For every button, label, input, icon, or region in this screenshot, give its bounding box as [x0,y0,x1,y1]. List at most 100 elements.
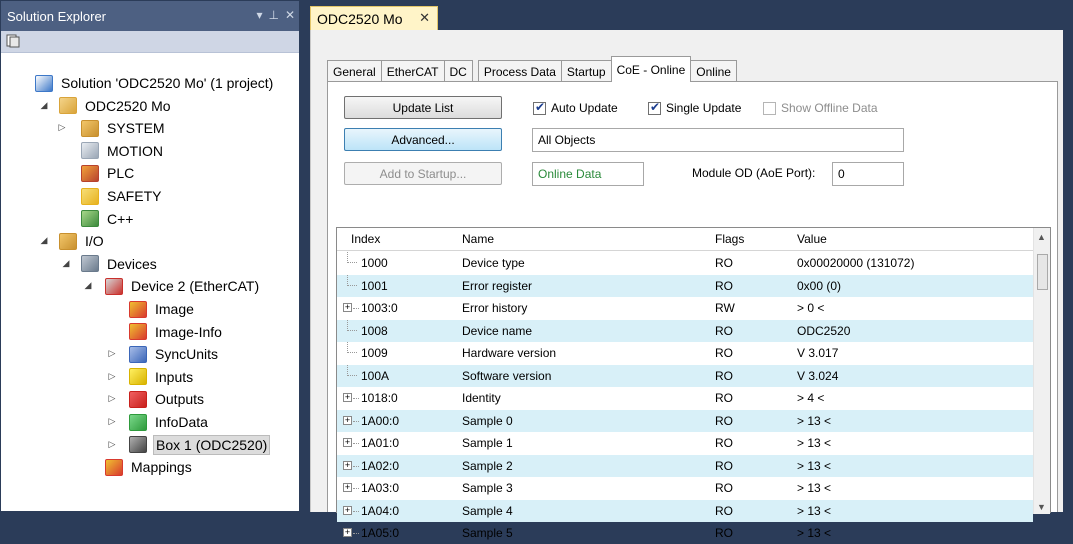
cell-index: 1A02:0 [361,458,400,473]
tree-expander-icon[interactable]: ▷ [107,393,117,404]
cell-value: 0x00 (0) [797,278,842,293]
object-dictionary-grid: Index Name Flags Value 1000 Device type RO… [336,227,1051,540]
infodata-icon [129,413,147,431]
tab-ethercat[interactable]: EtherCAT [380,60,445,82]
tree-node-label: ODC2520 Mo [85,97,171,114]
properties-icon[interactable] [6,34,20,48]
tree-node-label: Solution 'ODC2520 Mo' (1 project) [61,75,274,91]
table-row[interactable]: +1A05:0 Sample 5 RO > 13 < [337,522,1033,544]
column-header-name[interactable]: Name [462,232,494,246]
expand-plus-icon[interactable]: + [343,460,352,470]
table-row[interactable]: +1003:0 Error history RW > 0 < [337,297,1033,319]
close-tab-icon[interactable]: ✕ [419,10,430,26]
cell-flags: RO [715,526,733,540]
expand-plus-icon[interactable]: + [343,505,352,515]
module-od-field[interactable]: 0 [832,162,904,186]
scroll-down-icon[interactable]: ▼ [1037,502,1046,512]
tree-node[interactable]: Outputs [129,388,206,410]
table-row[interactable]: +1018:0 Identity RO > 4 < [337,387,1033,409]
table-row[interactable]: 100A Software version RO V 3.024 [337,364,1033,387]
table-row[interactable]: 1000 Device type RO 0x00020000 (131072) [337,252,1033,274]
plc-icon [81,164,99,182]
single-update-checkbox[interactable]: Single Update [648,99,741,117]
close-icon[interactable]: ✕ [285,8,295,22]
table-row[interactable]: +1A01:0 Sample 1 RO > 13 < [337,432,1033,454]
tab-general[interactable]: General [327,60,382,82]
tree-expander-icon[interactable]: ◢ [61,258,71,269]
update-list-button[interactable]: Update List [344,96,502,119]
dropdown-icon[interactable]: ▾ [256,8,262,22]
tree-node[interactable]: Mappings [105,456,194,478]
advanced-button[interactable]: Advanced... [344,128,502,151]
cell-flags: RO [715,503,733,518]
tree-expander-icon[interactable]: ▷ [107,416,117,427]
expand-plus-icon[interactable]: + [343,483,352,492]
data-source-field[interactable]: Online Data [532,162,644,186]
image-info-icon [129,323,147,341]
tree-expander-icon[interactable]: ◢ [39,235,49,246]
table-row[interactable]: +1A03:0 Sample 3 RO > 13 < [337,477,1033,499]
tree-node[interactable]: Inputs [129,366,195,388]
tree-expander-icon[interactable]: ◢ [83,280,93,291]
tab-process-data[interactable]: Process Data [477,60,562,82]
scroll-up-icon[interactable]: ▲ [1037,232,1046,242]
add-to-startup-button[interactable]: Add to Startup... [344,162,502,185]
tree-node[interactable]: InfoData [129,411,210,433]
auto-update-checkbox[interactable]: Auto Update [533,99,618,117]
tree-expander-icon[interactable]: ▷ [107,348,117,359]
tree-node[interactable]: SyncUnits [129,343,220,365]
tree-node[interactable]: PLC [81,162,136,184]
table-row[interactable]: +1A00:0 Sample 0 RO > 13 < [337,409,1033,432]
tree-node[interactable]: SAFETY [81,185,163,207]
scrollbar-thumb[interactable] [1037,254,1048,290]
show-offline-data-checkbox[interactable]: Show Offline Data [763,99,878,117]
checkbox-unchecked-icon [763,101,776,115]
tab-dc[interactable]: DC [443,60,473,82]
tab-online[interactable]: Online [690,60,737,82]
tab-startup[interactable]: Startup [560,60,612,82]
cell-flags: RO [715,436,733,450]
table-row[interactable]: 1009 Hardware version RO V 3.017 [337,342,1033,364]
cell-index: 1001 [361,278,388,293]
tree-node[interactable]: MOTION [81,140,165,162]
column-header-value[interactable]: Value [797,232,827,246]
tree-expander-icon[interactable]: ◢ [39,100,49,111]
tree-node[interactable]: Image-Info [129,321,224,343]
vertical-scrollbar[interactable]: ▲ ▼ [1033,228,1050,514]
tree-expander-icon[interactable]: ▷ [107,371,117,382]
tree-node[interactable]: Device 2 (EtherCAT) [105,275,261,297]
expand-plus-icon[interactable]: + [343,438,352,447]
cell-index: 1003:0 [361,301,398,315]
cell-index: 100A [361,368,390,383]
tree-node[interactable]: Image [129,298,196,320]
tree-node[interactable]: ODC2520 Mo [59,95,173,117]
table-row[interactable]: 1001 Error register RO 0x00 (0) [337,274,1033,297]
tree-node[interactable]: Devices [81,253,159,275]
table-row[interactable]: 1008 Device name RO ODC2520 [337,319,1033,342]
expand-plus-icon[interactable]: + [343,303,352,312]
solution-explorer-pane: Solution Explorer ▾ ⊥ ✕ Solution 'ODC252… [0,0,300,512]
expand-plus-icon[interactable]: + [343,528,352,537]
tab-coe-online[interactable]: CoE - Online [610,56,692,82]
tree-node[interactable]: Box 1 (ODC2520) [129,434,271,456]
tree-expander-icon[interactable]: ▷ [107,439,117,450]
tree-node[interactable]: I/O [59,230,106,252]
object-filter-field[interactable]: All Objects [532,128,904,152]
column-header-flags[interactable]: Flags [715,232,744,246]
solution-explorer-toolbar [1,31,299,53]
pin-icon[interactable]: ⊥ [268,8,278,22]
expand-plus-icon[interactable]: + [343,415,352,425]
expand-plus-icon[interactable]: + [343,393,352,402]
column-header-index[interactable]: Index [351,232,380,246]
cell-value: > 13 < [797,526,832,540]
tree-connector [353,398,359,399]
table-row[interactable]: +1A04:0 Sample 4 RO > 13 < [337,499,1033,522]
tree-expander-icon[interactable]: ▷ [57,122,67,133]
tree-node[interactable]: SYSTEM [81,117,167,139]
tree-node[interactable]: C++ [81,208,135,230]
cell-name: Software version [462,368,552,383]
tree-node[interactable]: Solution 'ODC2520 Mo' (1 project) [35,72,275,94]
table-row[interactable]: +1A02:0 Sample 2 RO > 13 < [337,454,1033,477]
cell-name: Sample 5 [462,526,513,540]
document-tab[interactable]: ODC2520 Mo ✕ [310,6,438,30]
